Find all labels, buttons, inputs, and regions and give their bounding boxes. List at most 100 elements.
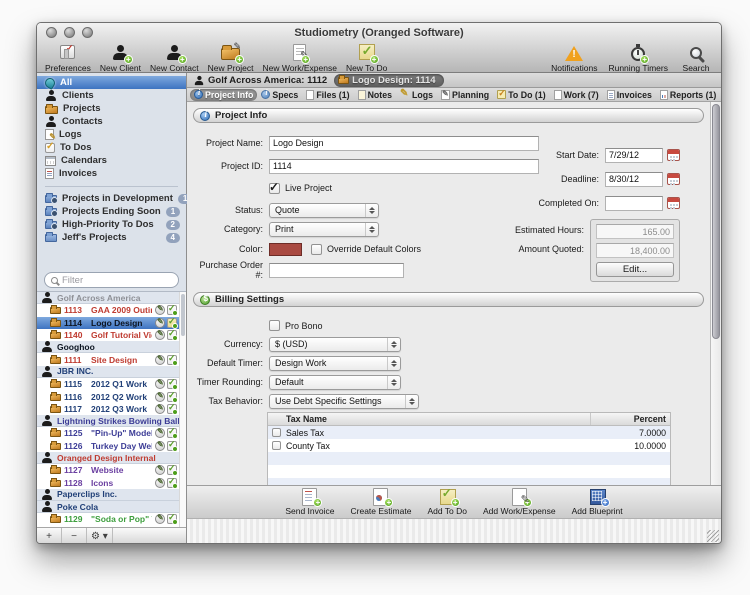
toolbar-new-client-button[interactable]: +New Client: [100, 42, 141, 73]
tax-checkbox[interactable]: [272, 428, 281, 437]
deadline-input[interactable]: [605, 172, 663, 187]
subtab-to-do-1[interactable]: To Do (1): [493, 89, 549, 101]
project-color-swatch[interactable]: [269, 243, 302, 256]
client-row-jbr-inc[interactable]: JBR INC.: [37, 366, 179, 378]
toolbar-notifications-button[interactable]: Notifications: [551, 42, 597, 73]
calendar-icon[interactable]: [667, 173, 680, 185]
subtab-logs[interactable]: Logs: [396, 89, 437, 101]
sidebar-item-jeff-s-projects[interactable]: Jeff's Projects4: [37, 231, 186, 244]
action-add-blueprint-button[interactable]: +Add Blueprint: [572, 488, 623, 516]
timer-icon[interactable]: [155, 514, 165, 524]
tax-row[interactable]: Sales Tax7.0000: [268, 426, 670, 439]
sidebar-item-projects-in-development[interactable]: Projects in Development19: [37, 192, 186, 205]
client-row-paperclips-inc[interactable]: Paperclips Inc.: [37, 489, 179, 501]
subtab-project-info[interactable]: Project Info: [190, 89, 257, 101]
timer-icon[interactable]: [155, 478, 165, 488]
start-date-input[interactable]: [605, 148, 663, 163]
project-row-1114[interactable]: 1114Logo Design: [37, 317, 179, 329]
vertical-scrollbar[interactable]: [710, 102, 721, 485]
timer-icon[interactable]: [155, 465, 165, 475]
add-todo-icon[interactable]: [167, 428, 177, 438]
add-todo-icon[interactable]: [167, 318, 177, 328]
project-row-1116[interactable]: 11162012 Q2 Work: [37, 390, 179, 402]
sidebar-add-button[interactable]: +: [37, 528, 62, 544]
subtab-specs[interactable]: Specs: [257, 89, 302, 101]
add-todo-icon[interactable]: [167, 392, 177, 402]
tab-golf-across-america[interactable]: Golf Across America: 1112: [193, 75, 327, 86]
sidebar-item-to-dos[interactable]: To Dos: [37, 141, 186, 154]
toolbar-new-work-expense-button[interactable]: +New Work/Expense: [262, 42, 336, 73]
sidebar-item-high-priority-to-dos[interactable]: High-Priority To Dos2: [37, 218, 186, 231]
calendar-icon[interactable]: [667, 197, 680, 209]
project-row-1111[interactable]: 1111Site Design: [37, 353, 179, 365]
toolbar-new-contact-button[interactable]: +New Contact: [150, 42, 199, 73]
add-todo-icon[interactable]: [167, 330, 177, 340]
timer-icon[interactable]: [155, 379, 165, 389]
subtab-work-7[interactable]: Work (7): [550, 89, 603, 101]
add-todo-icon[interactable]: [167, 355, 177, 365]
filter-input[interactable]: [62, 275, 172, 286]
project-row-1128[interactable]: 1128Icons: [37, 476, 179, 488]
toolbar-new-to-do-button[interactable]: +New To Do: [346, 42, 387, 73]
sidebar-item-projects-ending-soon[interactable]: Projects Ending Soon1: [37, 205, 186, 218]
action-add-work-expense-button[interactable]: +Add Work/Expense: [483, 488, 556, 516]
client-row-lightning-strikes-bowling-balls[interactable]: Lightning Strikes Bowling Balls: [37, 415, 179, 427]
add-todo-icon[interactable]: [167, 379, 177, 389]
filter-field[interactable]: [44, 272, 179, 288]
sidebar-item-calendars[interactable]: Calendars: [37, 154, 186, 167]
project-row-1113[interactable]: 1113GAA 2009 Outing M...: [37, 304, 179, 316]
subtab-reports-1[interactable]: Reports (1): [656, 89, 720, 101]
toolbar-new-project-button[interactable]: +New Project: [208, 42, 254, 73]
client-row-golf-across-america[interactable]: Golf Across America: [37, 292, 179, 304]
action-send-invoice-button[interactable]: +Send Invoice: [285, 488, 334, 516]
project-row-1115[interactable]: 11152012 Q1 Work: [37, 378, 179, 390]
pro-bono-checkbox[interactable]: [269, 320, 280, 331]
add-todo-icon[interactable]: [167, 514, 177, 524]
zoom-button[interactable]: [82, 27, 93, 38]
timer-icon[interactable]: [155, 404, 165, 414]
currency-dropdown[interactable]: $ (USD): [269, 337, 401, 352]
sidebar-item-logs[interactable]: Logs: [37, 128, 186, 141]
sidebar-item-all[interactable]: All: [37, 76, 186, 89]
project-row-1129[interactable]: 1129"Soda or Pop" Viral: [37, 513, 179, 525]
timer-icon[interactable]: [155, 392, 165, 402]
sidebar-remove-button[interactable]: −: [62, 528, 87, 544]
status-dropdown[interactable]: Quote: [269, 203, 379, 218]
timer-icon[interactable]: [155, 441, 165, 451]
completed-on-input[interactable]: [605, 196, 663, 211]
client-row-oranged-design-internal[interactable]: Oranged Design Internal: [37, 452, 179, 464]
sidebar-item-projects[interactable]: Projects: [37, 102, 186, 115]
subtab-planning[interactable]: Planning: [437, 89, 493, 101]
subtab-money[interactable]: $: [720, 89, 722, 101]
add-todo-icon[interactable]: [167, 478, 177, 488]
project-row-1140[interactable]: 1140Golf Tutorial Video: [37, 329, 179, 341]
list-scrollbar[interactable]: [179, 292, 186, 527]
sidebar-item-invoices[interactable]: Invoices: [37, 167, 186, 180]
subtab-notes[interactable]: Notes: [354, 89, 396, 101]
tax-checkbox[interactable]: [272, 441, 281, 450]
project-row-1117[interactable]: 11172012 Q3 Work: [37, 403, 179, 415]
timer-icon[interactable]: [155, 305, 165, 315]
category-dropdown[interactable]: Print: [269, 222, 379, 237]
minimize-button[interactable]: [64, 27, 75, 38]
resize-grip[interactable]: [707, 530, 719, 542]
live-project-checkbox[interactable]: [269, 183, 280, 194]
add-todo-icon[interactable]: [167, 305, 177, 315]
timer-icon[interactable]: [155, 428, 165, 438]
timer-icon[interactable]: [155, 318, 165, 328]
project-row-1127[interactable]: 1127Website: [37, 464, 179, 476]
toolbar-running-timers-button[interactable]: +Running Timers: [608, 42, 668, 73]
add-todo-icon[interactable]: [167, 441, 177, 451]
tab-logo-design[interactable]: Logo Design: 1114: [334, 74, 443, 87]
default-timer-dropdown[interactable]: Design Work: [269, 356, 401, 371]
toolbar-preferences-button[interactable]: Preferences: [45, 42, 91, 73]
action-add-to-do-button[interactable]: +Add To Do: [427, 488, 467, 516]
timer-icon[interactable]: [155, 355, 165, 365]
edit-estimates-button[interactable]: Edit...: [596, 262, 674, 277]
client-row-googhoo[interactable]: Googhoo: [37, 341, 179, 353]
project-row-1125[interactable]: 1125"Pin-Up" Model Shoot: [37, 427, 179, 439]
sidebar-item-clients[interactable]: Clients: [37, 89, 186, 102]
action-create-estimate-button[interactable]: +Create Estimate: [351, 488, 412, 516]
timer-rounding-dropdown[interactable]: Default: [269, 375, 401, 390]
subtab-invoices[interactable]: Invoices: [603, 89, 656, 101]
